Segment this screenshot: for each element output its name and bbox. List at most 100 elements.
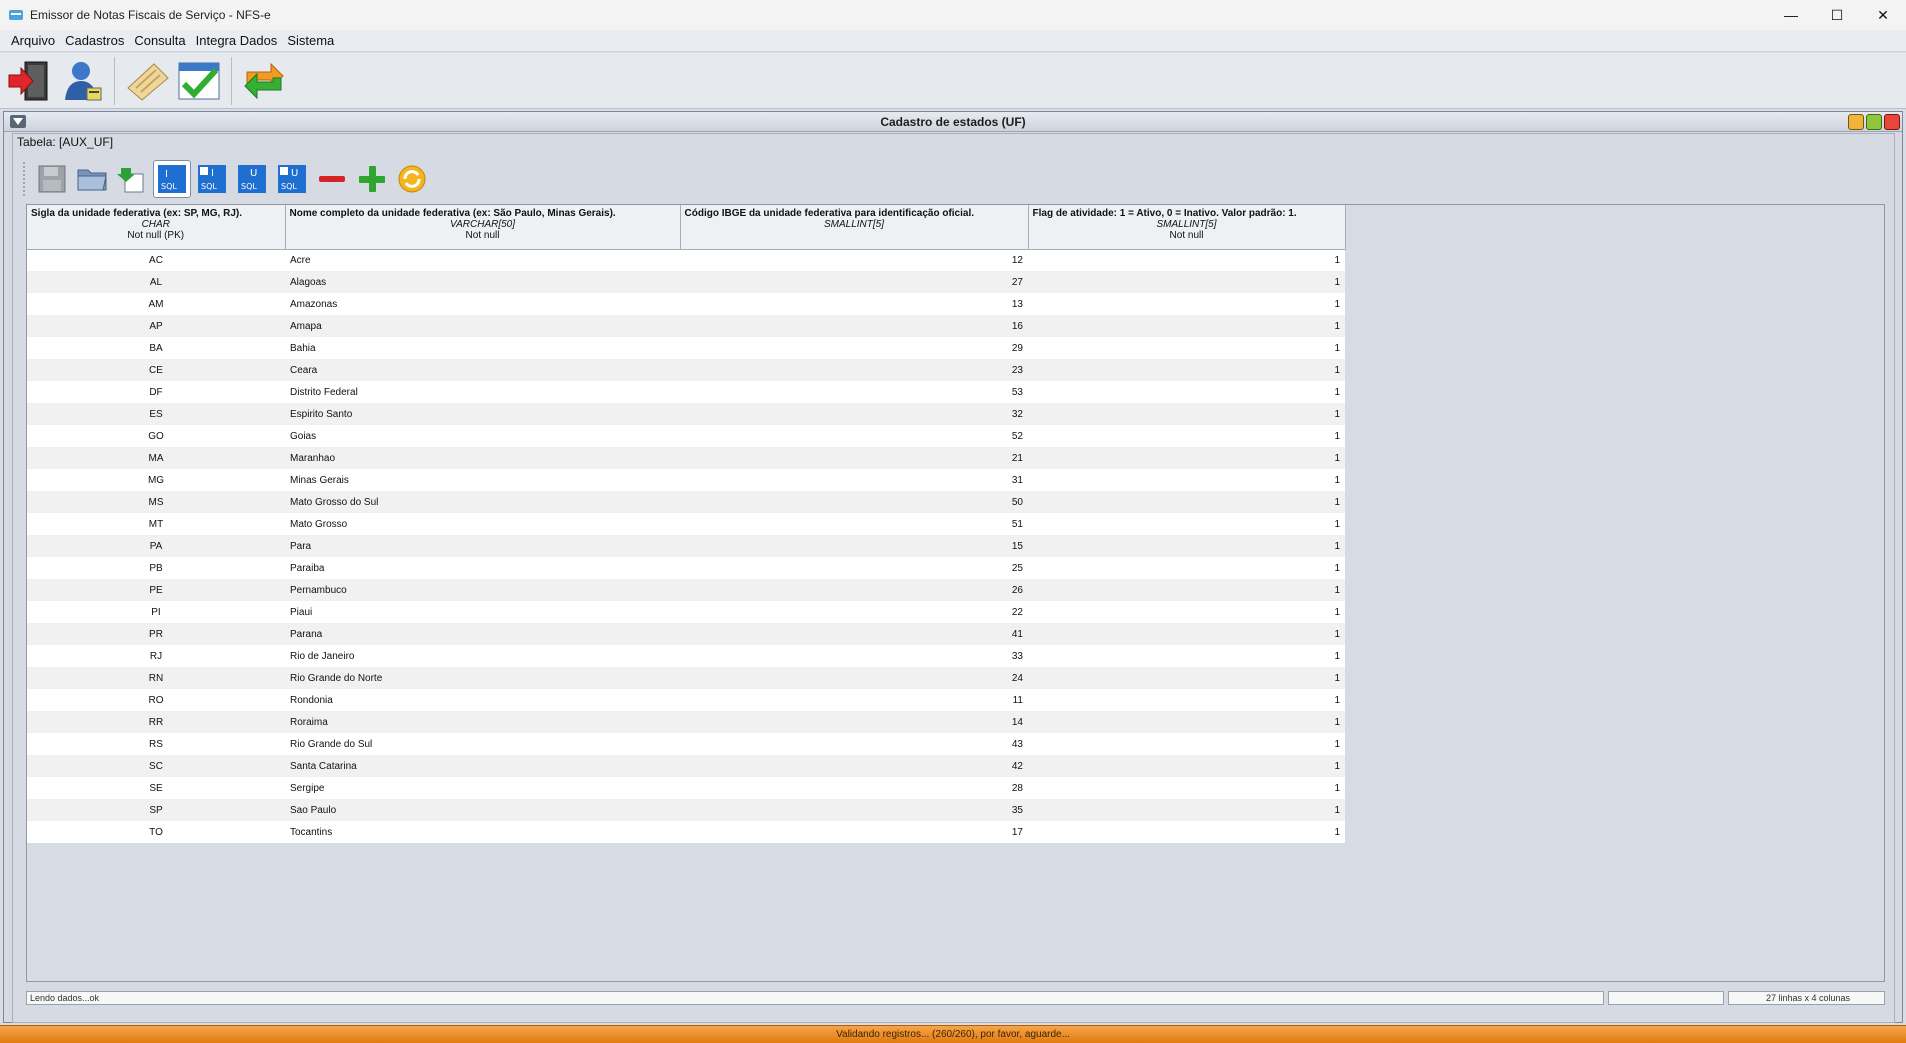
cell-nome[interactable]: Rio de Janeiro [285, 645, 680, 667]
cell-codigo-ibge[interactable]: 26 [680, 579, 1028, 601]
cell-codigo-ibge[interactable]: 16 [680, 315, 1028, 337]
cell-sigla[interactable]: MT [27, 513, 285, 535]
cell-codigo-ibge[interactable]: 27 [680, 271, 1028, 293]
table-row[interactable]: SC Santa Catarina 42 1 [27, 755, 1345, 777]
cell-sigla[interactable]: RO [27, 689, 285, 711]
cell-flag-ativo[interactable]: 1 [1028, 777, 1345, 799]
cell-flag-ativo[interactable]: 1 [1028, 447, 1345, 469]
cell-sigla[interactable]: MS [27, 491, 285, 513]
table-row[interactable]: RS Rio Grande do Sul 43 1 [27, 733, 1345, 755]
cell-codigo-ibge[interactable]: 52 [680, 425, 1028, 447]
sql-insert-all-button[interactable]: I SQL [193, 160, 231, 198]
cell-sigla[interactable]: SC [27, 755, 285, 777]
cell-nome[interactable]: Maranhao [285, 447, 680, 469]
cell-flag-ativo[interactable]: 1 [1028, 711, 1345, 733]
cell-flag-ativo[interactable]: 1 [1028, 271, 1345, 293]
cell-nome[interactable]: Sergipe [285, 777, 680, 799]
cell-nome[interactable]: Bahia [285, 337, 680, 359]
user-button[interactable] [56, 55, 108, 107]
menu-arquivo[interactable]: Arquivo [6, 33, 60, 48]
cell-sigla[interactable]: RR [27, 711, 285, 733]
cell-nome[interactable]: Distrito Federal [285, 381, 680, 403]
menu-sistema[interactable]: Sistema [282, 33, 339, 48]
cell-codigo-ibge[interactable]: 13 [680, 293, 1028, 315]
menu-integra-dados[interactable]: Integra Dados [191, 33, 283, 48]
cell-codigo-ibge[interactable]: 29 [680, 337, 1028, 359]
cell-flag-ativo[interactable]: 1 [1028, 689, 1345, 711]
cell-nome[interactable]: Piaui [285, 601, 680, 623]
cell-flag-ativo[interactable]: 1 [1028, 491, 1345, 513]
cell-codigo-ibge[interactable]: 51 [680, 513, 1028, 535]
table-row[interactable]: MT Mato Grosso 51 1 [27, 513, 1345, 535]
cell-sigla[interactable]: RS [27, 733, 285, 755]
cell-flag-ativo[interactable]: 1 [1028, 733, 1345, 755]
menu-consulta[interactable]: Consulta [129, 33, 190, 48]
cell-codigo-ibge[interactable]: 15 [680, 535, 1028, 557]
table-row[interactable]: RN Rio Grande do Norte 24 1 [27, 667, 1345, 689]
save-button[interactable] [33, 160, 71, 198]
cell-codigo-ibge[interactable]: 43 [680, 733, 1028, 755]
cell-flag-ativo[interactable]: 1 [1028, 403, 1345, 425]
cell-flag-ativo[interactable]: 1 [1028, 249, 1345, 271]
cell-flag-ativo[interactable]: 1 [1028, 535, 1345, 557]
table-row[interactable]: PR Parana 41 1 [27, 623, 1345, 645]
cell-flag-ativo[interactable]: 1 [1028, 513, 1345, 535]
table-row[interactable]: PA Para 15 1 [27, 535, 1345, 557]
cell-flag-ativo[interactable]: 1 [1028, 821, 1345, 843]
cell-sigla[interactable]: PA [27, 535, 285, 557]
table-row[interactable]: MS Mato Grosso do Sul 50 1 [27, 491, 1345, 513]
table-row[interactable]: SE Sergipe 28 1 [27, 777, 1345, 799]
sql-update-button[interactable]: U SQL [233, 160, 271, 198]
cell-codigo-ibge[interactable]: 31 [680, 469, 1028, 491]
exit-button[interactable] [4, 55, 56, 107]
cell-codigo-ibge[interactable]: 41 [680, 623, 1028, 645]
menu-cadastros[interactable]: Cadastros [60, 33, 129, 48]
cell-nome[interactable]: Ceara [285, 359, 680, 381]
column-header-sigla[interactable]: Sigla da unidade federativa (ex: SP, MG,… [27, 205, 286, 250]
table-row[interactable]: AP Amapa 16 1 [27, 315, 1345, 337]
table-row[interactable]: PI Piaui 22 1 [27, 601, 1345, 623]
cell-nome[interactable]: Tocantins [285, 821, 680, 843]
cell-nome[interactable]: Para [285, 535, 680, 557]
cell-flag-ativo[interactable]: 1 [1028, 667, 1345, 689]
cell-sigla[interactable]: BA [27, 337, 285, 359]
remove-record-button[interactable] [313, 160, 351, 198]
cell-sigla[interactable]: PB [27, 557, 285, 579]
cell-sigla[interactable]: MG [27, 469, 285, 491]
cell-codigo-ibge[interactable]: 21 [680, 447, 1028, 469]
table-row[interactable]: PB Paraiba 25 1 [27, 557, 1345, 579]
table-row[interactable]: DF Distrito Federal 53 1 [27, 381, 1345, 403]
cell-nome[interactable]: Rio Grande do Norte [285, 667, 680, 689]
cell-sigla[interactable]: CE [27, 359, 285, 381]
column-header-codigo-ibge[interactable]: Código IBGE da unidade federativa para i… [680, 205, 1029, 250]
table-row[interactable]: AL Alagoas 27 1 [27, 271, 1345, 293]
data-grid[interactable]: Sigla da unidade federativa (ex: SP, MG,… [26, 204, 1885, 982]
frame-close-button[interactable] [1884, 114, 1900, 130]
table-row[interactable]: CE Ceara 23 1 [27, 359, 1345, 381]
cell-sigla[interactable]: PR [27, 623, 285, 645]
close-button[interactable]: ✕ [1860, 0, 1906, 30]
cell-nome[interactable]: Minas Gerais [285, 469, 680, 491]
table-row[interactable]: BA Bahia 29 1 [27, 337, 1345, 359]
table-row[interactable]: RR Roraima 14 1 [27, 711, 1345, 733]
maximize-button[interactable]: ☐ [1814, 0, 1860, 30]
cell-sigla[interactable]: AM [27, 293, 285, 315]
cell-nome[interactable]: Sao Paulo [285, 799, 680, 821]
cell-nome[interactable]: Amapa [285, 315, 680, 337]
cell-flag-ativo[interactable]: 1 [1028, 315, 1345, 337]
cell-sigla[interactable]: GO [27, 425, 285, 447]
minimize-button[interactable]: — [1768, 0, 1814, 30]
table-row[interactable]: RJ Rio de Janeiro 33 1 [27, 645, 1345, 667]
cell-codigo-ibge[interactable]: 35 [680, 799, 1028, 821]
cell-codigo-ibge[interactable]: 14 [680, 711, 1028, 733]
cell-codigo-ibge[interactable]: 28 [680, 777, 1028, 799]
cell-nome[interactable]: Alagoas [285, 271, 680, 293]
cell-codigo-ibge[interactable]: 33 [680, 645, 1028, 667]
cell-codigo-ibge[interactable]: 24 [680, 667, 1028, 689]
cell-codigo-ibge[interactable]: 32 [680, 403, 1028, 425]
cell-sigla[interactable]: DF [27, 381, 285, 403]
cell-nome[interactable]: Parana [285, 623, 680, 645]
table-row[interactable]: GO Goias 52 1 [27, 425, 1345, 447]
column-header-nome[interactable]: Nome completo da unidade federativa (ex:… [285, 205, 681, 250]
cell-sigla[interactable]: PE [27, 579, 285, 601]
